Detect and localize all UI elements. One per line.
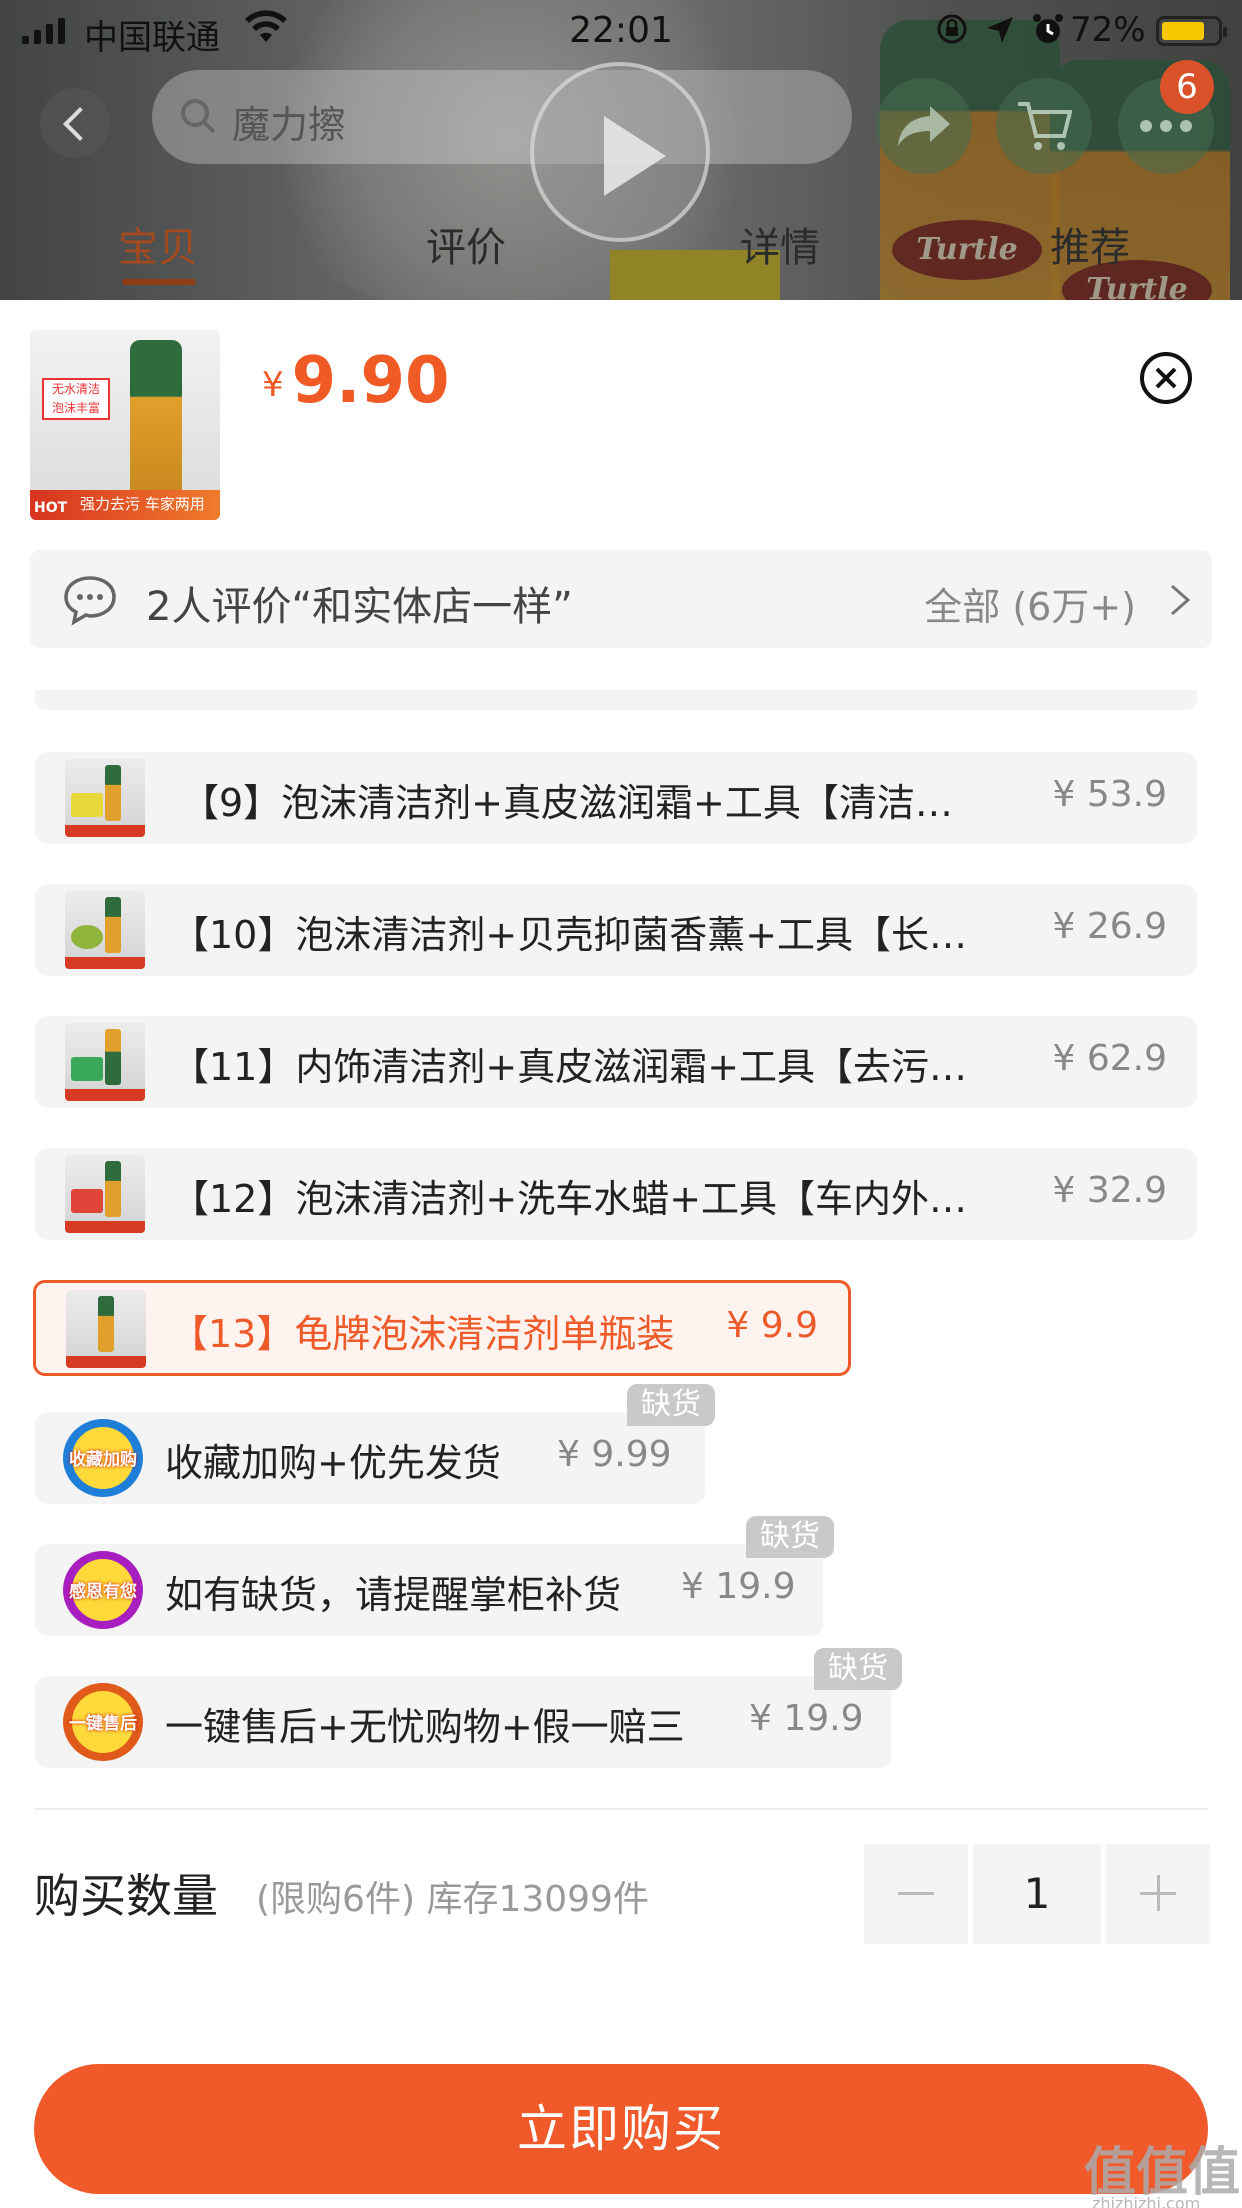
quantity-limit-stock: (限购6件) 库存13099件 [256,1879,649,1920]
sku-option-soldout[interactable]: 感恩有您 如有缺货，请提醒掌柜补货 ¥ 19.9 [35,1544,823,1636]
product-price: ¥9.90 [262,344,450,418]
sku-option-image [65,759,145,837]
cart-icon [1018,102,1072,150]
sku-option-label: 【10】泡沫清洁剂+贝壳抑菌香薰+工具【长… [171,913,968,957]
sku-option-price: ¥ 62.9 [1052,1038,1167,1079]
cart-button[interactable] [996,78,1092,174]
search-icon [178,96,218,140]
cart-count-badge: 6 [1160,60,1214,114]
sku-selector-sheet: 无水清洁 泡沫丰富 HOT 强力去污 车家两用 ¥9.90 2人评价“和实体店一样… [0,300,1242,2208]
thumb-hot-label: HOT [34,500,68,516]
alarm-icon [1031,12,1065,55]
sku-option-label: 一键售后+无忧购物+假一赔三 [165,1705,685,1749]
sku-option[interactable]: 【10】泡沫清洁剂+贝壳抑菌香薰+工具【长… ¥ 26.9 [35,884,1197,976]
soldout-badge: 缺货 [814,1648,902,1690]
share-icon [898,106,950,146]
sku-option-label: 【12】泡沫清洁剂+洗车水蜡+工具【车内外… [171,1177,968,1221]
quantity-decrement-button[interactable] [864,1844,968,1944]
quantity-value[interactable]: 1 [973,1844,1101,1944]
sku-option-price: ¥ 53.9 [1052,774,1167,815]
sku-option-selected[interactable]: 【13】龟牌泡沫清洁剂单瓶装 ¥ 9.9 [33,1280,851,1376]
sku-option-price: ¥ 26.9 [1052,906,1167,947]
battery-icon [1156,16,1227,46]
comment-icon [62,574,118,630]
thumb-caption: 强力去污 车家两用 [80,495,205,513]
sku-option[interactable]: 【11】内饰清洁剂+真皮滋润霜+工具【去污… ¥ 62.9 [35,1016,1197,1108]
location-icon [985,14,1015,54]
sku-option-soldout[interactable]: 收藏加购 收藏加购+优先发货 ¥ 9.99 [35,1412,705,1504]
thumb-tag: 无水清洁 泡沫丰富 [42,378,110,420]
tab-details[interactable]: 详情 [740,215,820,273]
sku-option-price: ¥ 19.9 [681,1566,796,1607]
quantity-stepper[interactable]: 1 [864,1844,1210,1944]
review-all-count[interactable]: 全部 (6万+) [924,576,1136,631]
sku-option-image [65,891,145,969]
soldout-badge: 缺货 [746,1516,834,1558]
chevron-right-icon [1168,582,1192,622]
sku-option-price: ¥ 19.9 [749,1698,864,1739]
sku-option-image [66,1290,146,1368]
rotation-lock-icon [935,12,969,55]
sku-option-list[interactable]: 【9】泡沫清洁剂+真皮滋润霜+工具【清洁… ¥ 53.9 【10】泡沫清洁剂+贝… [0,690,1242,1790]
battery-percent: 72% [1070,10,1146,50]
review-summary-bar[interactable]: 2人评价“和实体店一样” 全部 (6万+) [30,550,1212,648]
back-button[interactable] [40,88,110,158]
sku-option-price: ¥ 9.99 [557,1434,672,1475]
quantity-increment-button[interactable] [1106,1844,1210,1944]
quantity-label: 购买数量 [34,1869,218,1923]
currency-symbol: ¥ [262,365,284,405]
promo-badge-image: 收藏加购 [63,1419,143,1497]
sku-option-label: 如有缺货，请提醒掌柜补货 [165,1573,622,1617]
review-highlight: 2人评价“和实体店一样” [146,584,573,630]
buy-now-button[interactable]: 立即购买 [34,2064,1208,2194]
price-value: 9.90 [291,344,450,418]
close-icon [1140,352,1192,404]
sku-option-label: 【11】内饰清洁剂+真皮滋润霜+工具【去污… [171,1045,968,1089]
sku-option-partial[interactable] [35,690,1197,710]
share-button[interactable] [876,78,972,174]
watermark: 值值值 zhizhizhi.com [1084,2143,1241,2208]
tab-reviews[interactable]: 评价 [426,215,506,273]
sku-option-image [65,1023,145,1101]
search-bar[interactable]: 魔力擦 [152,70,852,164]
status-bar: 中国联通 22:01 72% [0,0,1242,60]
sku-option-price: ¥ 32.9 [1052,1170,1167,1211]
page-tabs: 宝贝 评价 详情 推荐 [0,215,1242,285]
tab-item[interactable]: 宝贝 [118,215,198,273]
promo-badge-image: 一键售后 [63,1683,143,1761]
sku-option-label: 收藏加购+优先发货 [165,1441,501,1485]
tab-underline [122,279,196,285]
search-placeholder: 魔力擦 [232,103,347,147]
sku-option[interactable]: 【12】泡沫清洁剂+洗车水蜡+工具【车内外… ¥ 32.9 [35,1148,1197,1240]
more-icon [1140,120,1192,132]
sku-option-soldout[interactable]: 一键售后 一键售后+无忧购物+假一赔三 ¥ 19.9 [35,1676,891,1768]
sku-option-price: ¥ 9.9 [726,1305,818,1346]
product-thumbnail[interactable]: 无水清洁 泡沫丰富 HOT 强力去污 车家两用 [30,330,220,520]
sku-option-label: 【9】泡沫清洁剂+真皮滋润霜+工具【清洁… [181,781,953,825]
sku-option-label: 【13】龟牌泡沫清洁剂单瓶装 [170,1312,675,1356]
close-button[interactable] [1138,350,1194,406]
tab-recommend[interactable]: 推荐 [1050,215,1130,273]
promo-badge-image: 感恩有您 [63,1551,143,1629]
sku-option[interactable]: 【9】泡沫清洁剂+真皮滋润霜+工具【清洁… ¥ 53.9 [35,752,1197,844]
soldout-badge: 缺货 [627,1384,715,1426]
thumb-bottle [130,340,182,500]
sku-option-image [65,1155,145,1233]
divider [34,1808,1208,1810]
